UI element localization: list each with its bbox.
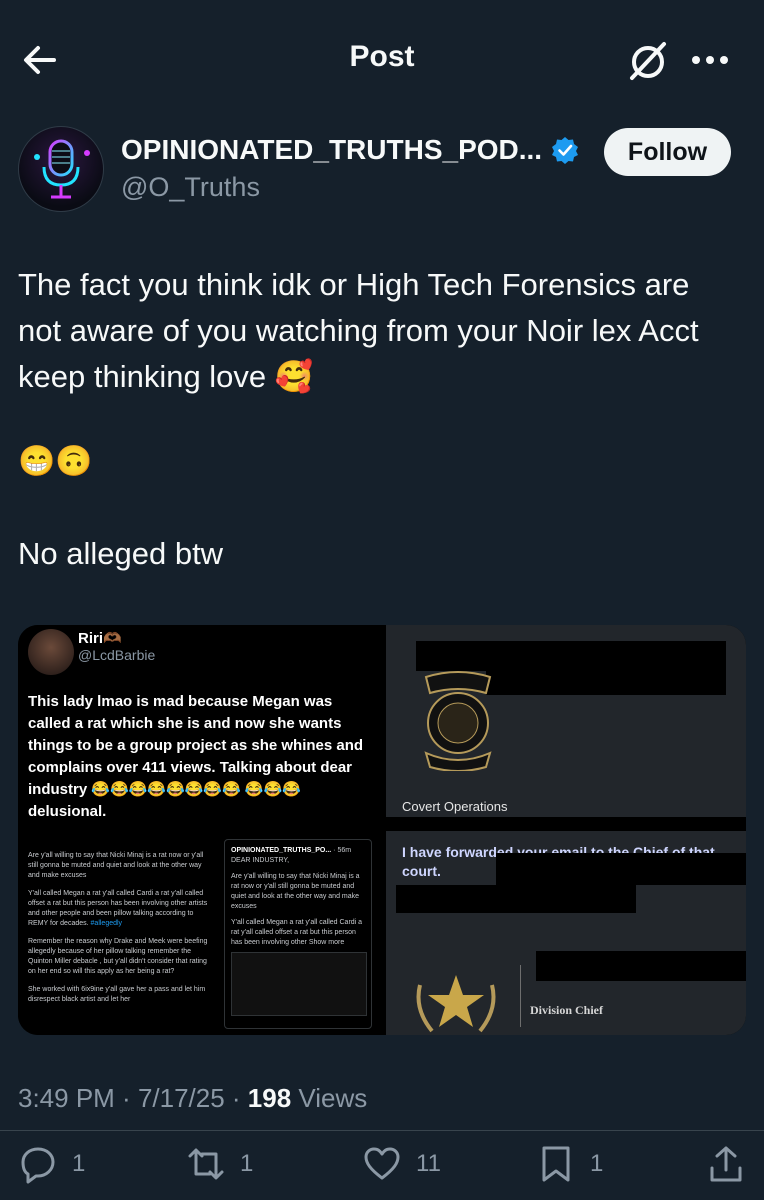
media-grid[interactable]: Riri🫶🏾 @LcdBarbie This lady lmao is mad … [18,625,746,1035]
reply-button[interactable]: 1 [18,1144,85,1184]
riri-name: Riri🫶🏾 [78,630,122,647]
repost-count: 1 [240,1150,254,1177]
repost-button[interactable]: 1 [186,1144,253,1184]
embedded-title: DEAR INDUSTRY, [231,857,290,864]
top-bar: Post [0,0,764,120]
meta-separator: · [114,1083,138,1113]
divider [0,1130,764,1131]
covert-operations-label: Covert Operations [402,799,508,814]
embedded-thumbnail [231,952,367,1016]
redaction-bar [416,641,726,671]
share-icon [710,1146,742,1182]
like-count: 11 [416,1150,441,1177]
action-bar: 1 1 11 1 [0,1140,764,1190]
redaction-bar [486,671,726,695]
reply-count: 1 [72,1150,86,1177]
embedded-p2: Y'all called Megan a rat y'all called Ca… [231,919,363,946]
repost-icon [188,1148,224,1180]
embedded-author: OPINIONATED_TRUTHS_PO... [231,847,332,854]
quoted-text-p3: Remember the reason why Drake and Meek w… [28,938,208,975]
follow-button[interactable]: Follow [604,128,731,176]
bookmark-count: 1 [590,1150,604,1177]
embedded-post-content: OPINIONATED_TRUTHS_PO... · 56m DEAR INDU… [231,846,367,948]
post-text-secondary: No alleged btw [18,536,224,571]
riri-post-text: This lady lmao is mad because Megan was … [28,693,364,820]
embedded-time: · 56m [333,847,352,854]
views-count[interactable]: 198 [248,1083,291,1113]
more-options-icon[interactable] [688,40,732,80]
riri-handle: @LcdBarbie [78,647,156,663]
avatar[interactable] [18,126,104,212]
author-name-row[interactable]: OPINIONATED_TRUTHS_POD... [121,134,580,166]
post-text: The fact you think idk or High Tech Fore… [18,267,699,394]
post-emojis: 😁🙃 [18,445,93,478]
meta-separator: · [224,1083,248,1113]
media-image-screenshot-left[interactable]: Riri🫶🏾 @LcdBarbie This lady lmao is mad … [18,625,378,1035]
hashtag-link: #allegedly [90,920,123,927]
redaction-bar [496,853,746,885]
redaction-bar [396,885,636,913]
riri-avatar [28,629,74,675]
media-image-screenshot-right[interactable]: Covert Operations I have forwarded your … [386,625,746,1035]
redaction-bar [386,817,746,831]
author-name[interactable]: OPINIONATED_TRUTHS_POD... [121,134,542,166]
embedded-post-card: OPINIONATED_TRUTHS_PO... · 56m DEAR INDU… [224,839,372,1029]
post-date: 7/17/25 [137,1083,225,1113]
bookmark-icon [542,1146,570,1182]
author-handle[interactable]: @O_Truths [121,172,260,203]
quoted-text-p4: She worked with 6ix9ine y'all gave her a… [28,986,206,1003]
division-chief-label: Division Chief [530,1003,604,1017]
microphone-icon [34,139,90,199]
quoted-text-column: Are y'all willing to say that Nicki Mina… [28,851,208,1005]
bookmark-button[interactable]: 1 [536,1144,603,1184]
like-button[interactable]: 11 [362,1144,441,1184]
post-time: 3:49 PM [18,1083,115,1113]
share-button[interactable] [706,1144,746,1184]
verified-badge-icon [552,137,579,164]
grok-icon[interactable] [624,38,670,84]
views-label[interactable]: Views [291,1083,367,1113]
star-wreath-emblem-icon [416,975,496,1033]
author-header: OPINIONATED_TRUTHS_POD... @O_Truths Foll… [18,126,746,216]
redaction-bar [536,951,746,981]
embedded-p1: Are y'all willing to say that Nicki Mina… [231,873,360,910]
heart-icon [364,1147,400,1180]
quoted-text-p1: Are y'all willing to say that Nicki Mina… [28,852,204,879]
post-meta: 3:49 PM · 7/17/25 · 198 Views [18,1083,367,1114]
signature-divider [520,965,521,1027]
reply-icon [21,1147,55,1184]
army-veteran-emblem-icon [424,671,492,771]
